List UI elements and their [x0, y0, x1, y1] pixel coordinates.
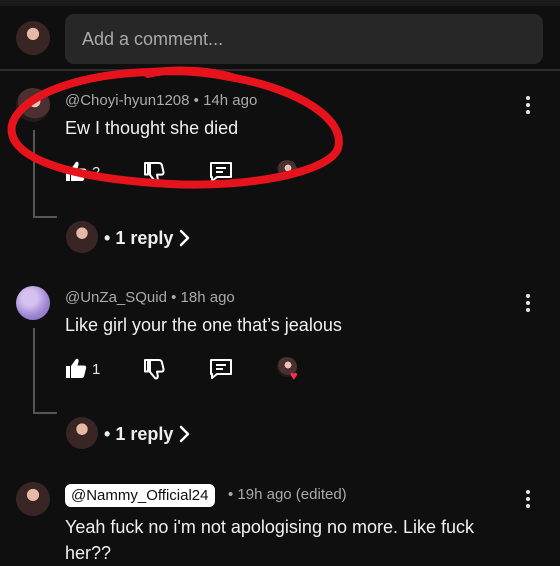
reply-avatar[interactable] [66, 417, 98, 449]
comment-author[interactable]: @Choyi-hyun1208 [65, 92, 189, 109]
comment-meta: • 19h ago (edited) [228, 486, 347, 503]
view-replies-button[interactable]: • 1 reply [104, 228, 173, 249]
commenter-avatar[interactable] [16, 88, 50, 122]
comment-text: Like girl your the one that’s jealous [65, 315, 342, 335]
comment-text: Yeah fuck no i'm not apologising no more… [65, 514, 535, 566]
thumbs-down-icon[interactable] [142, 357, 166, 381]
thread-line [33, 328, 35, 414]
replies-label: 1 reply [115, 228, 174, 248]
thread-line [33, 130, 35, 218]
like-count: 2 [92, 164, 101, 181]
comment-time: 19h ago (edited) [237, 486, 347, 503]
thumbs-up-icon[interactable] [64, 160, 88, 182]
comment-time: 18h ago [180, 289, 235, 306]
meta-separator: • [228, 486, 238, 503]
view-replies-button[interactable]: • 1 reply [104, 424, 173, 445]
comment-text-line: Yeah fuck no i'm not apologising no more… [65, 517, 475, 537]
creator-avatar [277, 160, 297, 180]
reply-comment-icon[interactable] [208, 357, 234, 381]
more-options-button[interactable] [518, 488, 538, 510]
dot: • [104, 424, 111, 444]
chevron-right-icon[interactable] [178, 229, 190, 247]
comment-meta: @Choyi-hyun1208 • 14h ago [65, 92, 257, 109]
commenter-avatar[interactable] [16, 286, 50, 320]
more-options-button[interactable] [518, 292, 538, 314]
comment-time: 14h ago [203, 92, 258, 109]
thread-line [33, 412, 57, 414]
current-user-avatar [16, 21, 50, 55]
heart-icon: ♥ [290, 368, 298, 383]
comment-author[interactable]: @UnZa_SQuid [65, 289, 167, 306]
top-bar [0, 0, 560, 6]
replies-label: 1 reply [115, 424, 174, 444]
meta-separator: • [193, 92, 204, 109]
comment-meta: @UnZa_SQuid • 18h ago [65, 289, 235, 306]
divider [0, 69, 560, 71]
more-options-button[interactable] [518, 94, 538, 116]
thumbs-down-icon[interactable] [142, 160, 166, 184]
meta-separator: • [171, 289, 181, 306]
creator-handle-badge[interactable]: @Nammy_Official24 [65, 484, 215, 507]
comment-author: @Nammy_Official24 [71, 487, 209, 504]
reply-comment-icon[interactable] [208, 160, 234, 184]
add-comment-input[interactable]: Add a comment... [65, 14, 543, 64]
comment-text: Ew I thought she died [65, 118, 239, 138]
comment-text-line: her?? [65, 543, 112, 563]
dot: • [104, 228, 111, 248]
chevron-right-icon[interactable] [178, 425, 190, 443]
like-count: 1 [92, 361, 101, 378]
thumbs-up-icon[interactable] [64, 357, 88, 379]
reply-avatar[interactable] [66, 221, 98, 253]
thread-line [33, 216, 57, 218]
commenter-avatar[interactable] [16, 482, 50, 516]
